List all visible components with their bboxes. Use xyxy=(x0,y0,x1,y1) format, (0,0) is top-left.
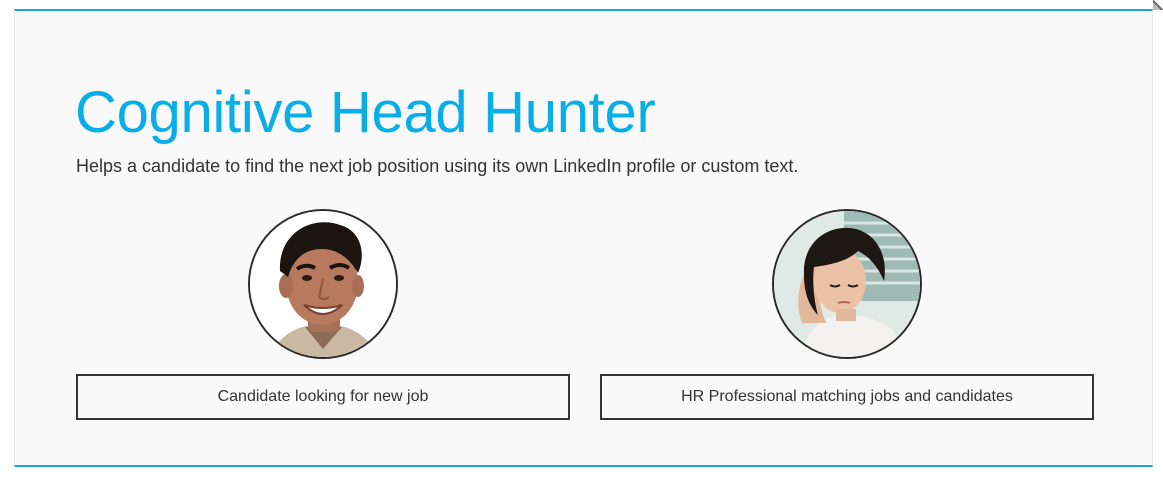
hr-professional-button[interactable]: HR Professional matching jobs and candid… xyxy=(600,374,1094,420)
candidate-photo-image xyxy=(250,211,396,357)
hr-professional-photo-image xyxy=(774,211,920,357)
candidate-option: Candidate looking for new job xyxy=(76,209,570,420)
page-corner-fold xyxy=(1153,0,1163,10)
hr-professional-photo xyxy=(772,209,922,359)
hr-professional-option: HR Professional matching jobs and candid… xyxy=(600,209,1094,420)
page-title: Cognitive Head Hunter xyxy=(75,80,656,145)
candidate-button[interactable]: Candidate looking for new job xyxy=(76,374,570,420)
page-subtitle: Helps a candidate to find the next job p… xyxy=(76,156,799,176)
intro-panel: Cognitive Head Hunter Helps a candidate … xyxy=(14,9,1153,467)
candidate-photo xyxy=(248,209,398,359)
